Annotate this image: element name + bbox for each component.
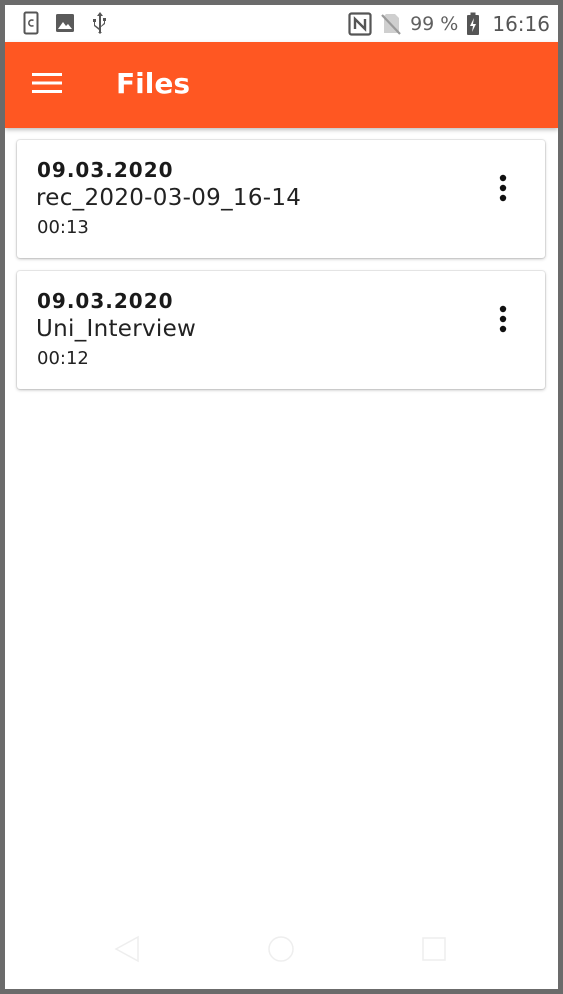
clipboard-icon: [23, 11, 39, 35]
status-bar: 99 % 16:16: [5, 5, 558, 42]
file-list: 09.03.2020 rec_2020-03-09_16-14 00:13 09…: [17, 140, 545, 402]
no-sim-icon: [380, 12, 402, 36]
file-duration: 00:12: [37, 348, 89, 369]
status-bar-system-icons: 99 % 16:16: [348, 5, 550, 42]
back-icon: [112, 934, 142, 969]
status-bar-notification-icons: [23, 11, 109, 35]
nfc-icon: [348, 11, 372, 36]
file-options-button[interactable]: [491, 301, 515, 341]
file-options-button[interactable]: [491, 170, 515, 210]
back-button[interactable]: [109, 933, 145, 969]
file-date: 09.03.2020: [37, 289, 174, 313]
recents-button[interactable]: [416, 933, 452, 969]
file-duration: 00:13: [37, 217, 89, 238]
device-screen: 99 % 16:16 Files 09.03.2020 rec_2020-03-…: [5, 5, 558, 989]
home-button[interactable]: [263, 933, 299, 969]
battery-charging-icon: [466, 12, 480, 36]
page-title: Files: [116, 67, 190, 100]
home-icon: [266, 934, 296, 969]
image-icon: [55, 13, 75, 33]
more-vert-icon: [499, 305, 507, 338]
hamburger-menu-icon: [32, 72, 62, 99]
navigation-menu-button[interactable]: [25, 63, 69, 107]
more-vert-icon: [499, 174, 507, 207]
app-bar: Files: [5, 42, 558, 128]
battery-percentage: 99 %: [410, 12, 459, 35]
status-bar-clock: 16:16: [492, 11, 550, 36]
system-navigation-bar: [5, 905, 558, 989]
file-name: rec_2020-03-09_16-14: [36, 185, 302, 211]
recents-icon: [419, 934, 449, 969]
file-name: Uni_Interview: [36, 316, 197, 342]
file-list-item[interactable]: 09.03.2020 rec_2020-03-09_16-14 00:13: [17, 140, 545, 258]
file-list-item[interactable]: 09.03.2020 Uni_Interview 00:12: [17, 271, 545, 389]
usb-icon: [91, 11, 109, 35]
file-date: 09.03.2020: [37, 158, 174, 182]
